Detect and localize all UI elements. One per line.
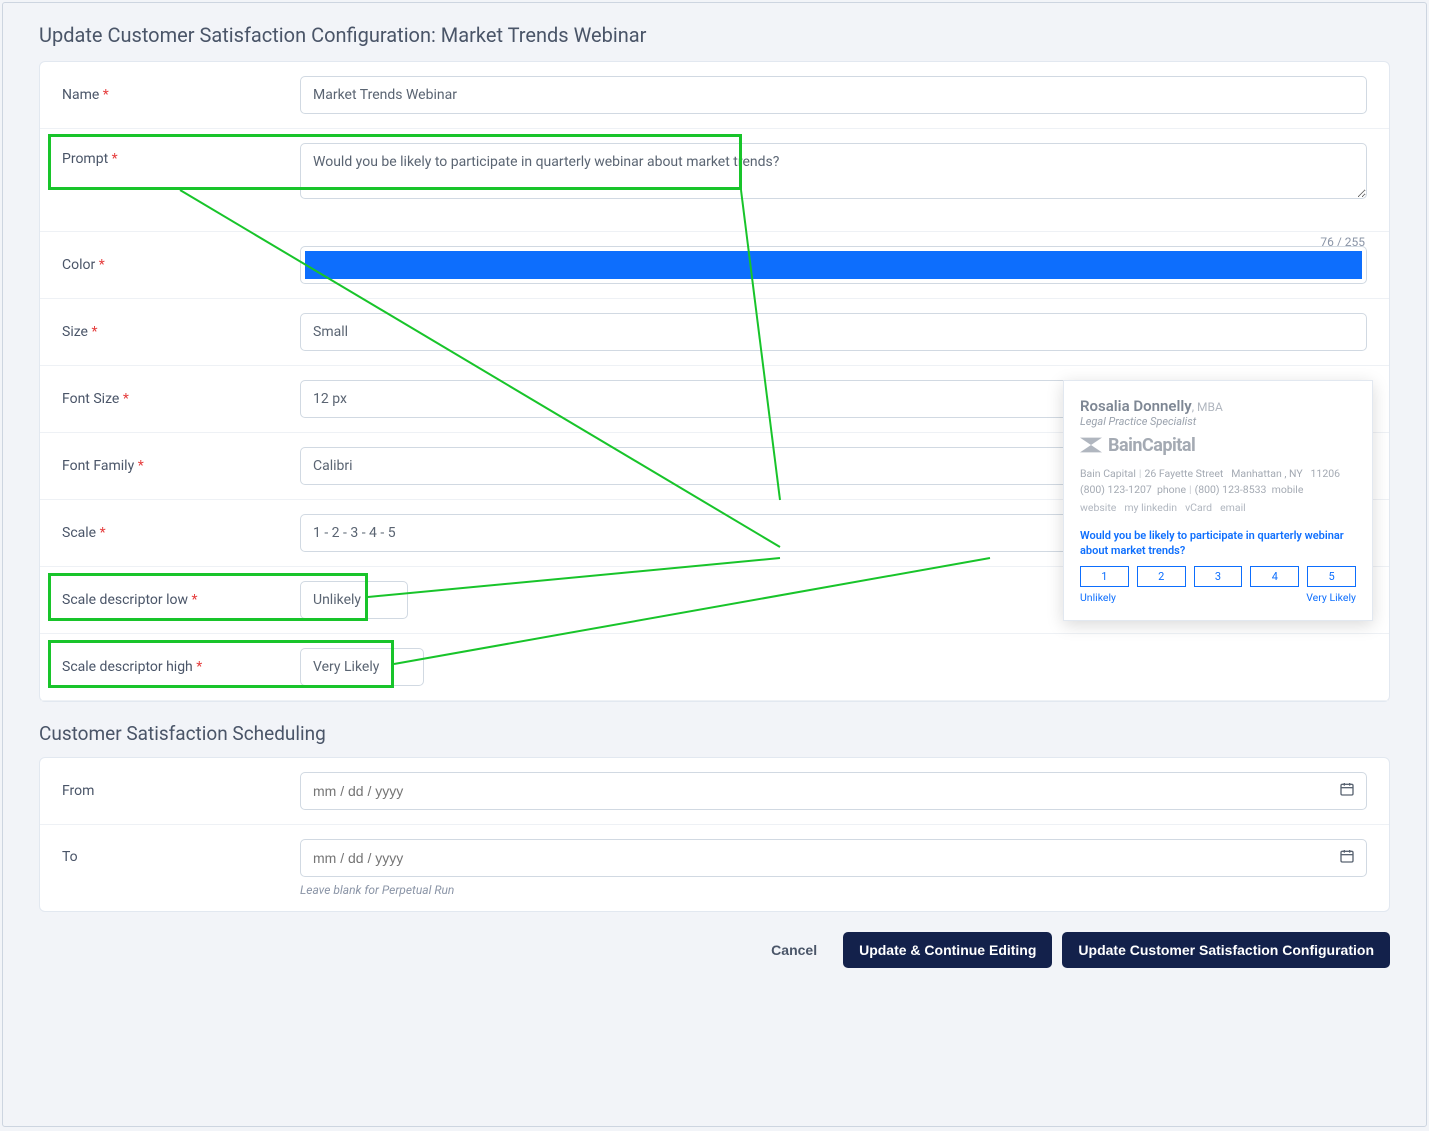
row-name: Name * (40, 62, 1389, 129)
label-to: To (62, 839, 300, 865)
label-scale-low: Scale descriptor low * (62, 592, 300, 608)
page-title: Update Customer Satisfaction Configurati… (39, 23, 1390, 47)
actions-bar: Cancel Update & Continue Editing Update … (39, 932, 1390, 968)
preview-scale-4[interactable]: 4 (1250, 566, 1299, 587)
row-scale-high: Scale descriptor high * (40, 634, 1389, 701)
calendar-icon[interactable] (1339, 848, 1355, 868)
row-size: Size * (40, 299, 1389, 366)
row-from: From (40, 758, 1389, 825)
label-name: Name * (62, 87, 300, 103)
preview-logo: BainCapital (1080, 434, 1356, 456)
preview-question: Would you be likely to participate in qu… (1080, 528, 1356, 559)
preview-company: BainCapital (1108, 435, 1195, 456)
preview-contact-name: Rosalia Donnelly, MBA (1080, 397, 1356, 415)
label-from: From (62, 783, 300, 799)
preview-scale-labels: Unlikely Very Likely (1080, 591, 1356, 604)
preview-role: Legal Practice Specialist (1080, 415, 1356, 428)
label-color: Color * (62, 257, 300, 273)
scheduling-card: From To Leave blank for Perpetual Run (39, 757, 1390, 912)
label-prompt: Prompt * (62, 143, 300, 167)
row-to: To Leave blank for Perpetual Run (40, 825, 1389, 911)
preview-address: Bain Capital|26 Fayette Street Manhattan… (1080, 466, 1356, 498)
update-button[interactable]: Update Customer Satisfaction Configurati… (1062, 932, 1390, 968)
preview-card: Rosalia Donnelly, MBA Legal Practice Spe… (1063, 380, 1373, 621)
row-color: Color * (40, 232, 1389, 299)
label-scale-high: Scale descriptor high * (62, 659, 300, 675)
input-from-date[interactable] (300, 772, 1367, 810)
input-scale-high[interactable] (300, 648, 424, 686)
page-container: Update Customer Satisfaction Configurati… (2, 2, 1427, 1127)
config-card: Name * Prompt * 76 / 255 Color * Size * … (39, 61, 1390, 702)
preview-scale-2[interactable]: 2 (1137, 566, 1186, 587)
label-font-family: Font Family * (62, 458, 300, 474)
preview-scale-3[interactable]: 3 (1194, 566, 1243, 587)
input-to-date[interactable] (300, 839, 1367, 877)
bain-logo-icon (1080, 434, 1102, 456)
label-size: Size * (62, 324, 300, 340)
preview-links: websitemy linkedinvCardemail (1080, 501, 1356, 514)
label-font-size: Font Size * (62, 391, 300, 407)
preview-scale-1[interactable]: 1 (1080, 566, 1129, 587)
scheduling-title: Customer Satisfaction Scheduling (39, 722, 1390, 745)
preview-scale: 1 2 3 4 5 (1080, 566, 1356, 587)
preview-scale-5[interactable]: 5 (1307, 566, 1356, 587)
input-size[interactable] (300, 313, 1367, 351)
color-swatch (305, 251, 1362, 279)
to-hint: Leave blank for Perpetual Run (300, 883, 1367, 897)
input-name[interactable] (300, 76, 1367, 114)
label-scale: Scale * (62, 525, 300, 541)
calendar-icon[interactable] (1339, 781, 1355, 801)
input-scale-low[interactable] (300, 581, 408, 619)
row-prompt: Prompt * 76 / 255 (40, 129, 1389, 232)
input-color[interactable] (300, 246, 1367, 284)
update-continue-button[interactable]: Update & Continue Editing (843, 932, 1052, 968)
cancel-button[interactable]: Cancel (755, 932, 833, 968)
input-prompt[interactable] (300, 143, 1367, 199)
